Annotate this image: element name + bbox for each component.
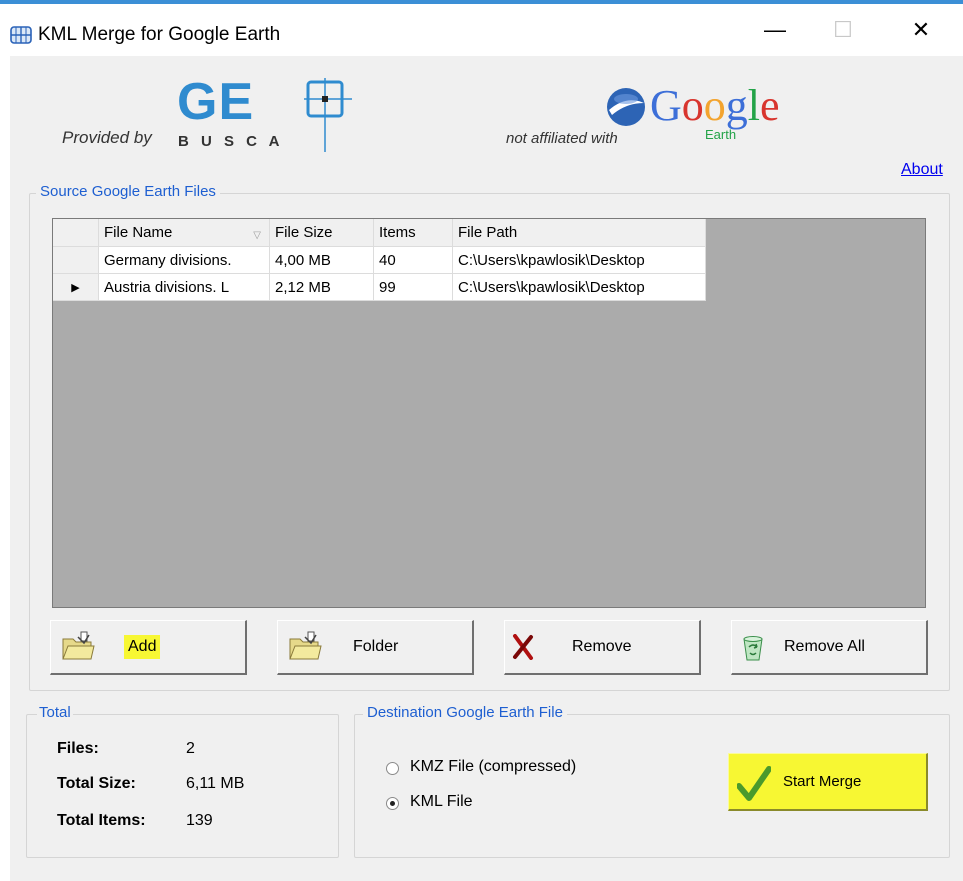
google-letter: g	[725, 81, 748, 130]
busca-text: B U S C A	[178, 133, 284, 150]
column-header-label: File Name	[104, 224, 173, 241]
crosshair-logo-icon	[304, 78, 352, 152]
cell-file-size[interactable]: 4,00 MB	[269, 246, 374, 274]
add-button-label: Add	[124, 635, 161, 659]
earth-globe-icon	[607, 88, 645, 126]
cell-file-name[interactable]: Germany divisions.	[98, 246, 270, 274]
google-letter: G	[650, 81, 682, 130]
google-letter: e	[760, 81, 780, 130]
row-selector[interactable]: ▶	[53, 273, 99, 301]
earth-text: Earth	[705, 127, 737, 142]
source-files-legend: Source Google Earth Files	[36, 183, 220, 200]
green-checkmark-icon	[737, 766, 771, 801]
files-value: 2	[186, 740, 195, 757]
total-items-label: Total Items:	[57, 812, 146, 829]
provided-by-text: Provided by	[62, 128, 152, 147]
close-button[interactable]: ✕	[890, 4, 952, 56]
radio-selected-dot	[390, 801, 395, 806]
about-link[interactable]: About	[901, 161, 943, 179]
kmz-radio[interactable]	[386, 762, 399, 775]
start-merge-label: Start Merge	[783, 773, 862, 790]
cell-items[interactable]: 99	[373, 273, 453, 301]
google-letter: l	[747, 81, 761, 130]
sort-icon: ▽	[253, 230, 261, 241]
remove-all-button[interactable]: Remove All	[731, 620, 928, 675]
app-globe-icon	[10, 26, 32, 44]
kml-radio-label[interactable]: KML File	[410, 793, 473, 811]
kmz-radio-label[interactable]: KMZ File (compressed)	[410, 758, 576, 776]
maximize-button[interactable]: ☐	[812, 4, 874, 56]
geobusca-logo: Provided by GE B U S C A	[60, 73, 380, 156]
files-table: File Name ▽ File Size Items File Path Ge…	[53, 219, 706, 301]
table-row[interactable]: ▶ Austria divisions. L 2,12 MB 99 C:\Use…	[53, 273, 706, 301]
total-size-value: 6,11 MB	[186, 775, 245, 792]
column-header-file-size[interactable]: File Size	[269, 219, 374, 247]
destination-legend: Destination Google Earth File	[363, 704, 567, 721]
table-row[interactable]: Germany divisions. 4,00 MB 40 C:\Users\k…	[53, 246, 706, 274]
table-header-row: File Name ▽ File Size Items File Path	[53, 219, 706, 247]
google-earth-logo: not affiliated with Google Earth	[506, 80, 826, 150]
row-selector[interactable]	[53, 246, 99, 274]
remove-button-label: Remove	[572, 638, 632, 655]
total-legend: Total	[37, 704, 73, 721]
red-x-icon	[513, 634, 533, 660]
folder-button[interactable]: Folder	[277, 620, 474, 675]
total-size-label: Total Size:	[57, 775, 136, 792]
column-header-items[interactable]: Items	[373, 219, 453, 247]
cell-file-path[interactable]: C:\Users\kpawlosik\Desktop	[452, 273, 706, 301]
google-letter: o	[703, 81, 726, 130]
google-wordmark: Google	[650, 80, 780, 131]
total-items-value: 139	[186, 812, 213, 829]
not-affiliated-text: not affiliated with	[506, 130, 618, 147]
start-merge-button[interactable]: Start Merge	[728, 753, 928, 811]
cell-items[interactable]: 40	[373, 246, 453, 274]
open-folder-icon	[62, 631, 95, 660]
window-title: KML Merge for Google Earth	[38, 24, 281, 45]
add-button[interactable]: Add	[50, 620, 247, 675]
cell-file-size[interactable]: 2,12 MB	[269, 273, 374, 301]
cell-file-name[interactable]: Austria divisions. L	[98, 273, 270, 301]
recycle-bin-icon	[743, 636, 763, 661]
remove-button[interactable]: Remove	[504, 620, 701, 675]
row-header-corner	[53, 219, 99, 247]
column-header-file-path[interactable]: File Path	[452, 219, 706, 247]
files-label: Files:	[57, 740, 99, 757]
folder-button-label: Folder	[353, 638, 399, 655]
source-files-grid[interactable]: File Name ▽ File Size Items File Path Ge…	[52, 218, 926, 608]
open-folder-icon	[289, 631, 322, 660]
column-header-file-name[interactable]: File Name ▽	[98, 219, 270, 247]
google-letter: o	[681, 81, 704, 130]
geo-logo-text: GE	[177, 73, 255, 131]
cell-file-path[interactable]: C:\Users\kpawlosik\Desktop	[452, 246, 706, 274]
remove-all-button-label: Remove All	[784, 638, 865, 655]
minimize-button[interactable]: —	[744, 4, 806, 56]
kml-radio[interactable]	[386, 797, 399, 810]
